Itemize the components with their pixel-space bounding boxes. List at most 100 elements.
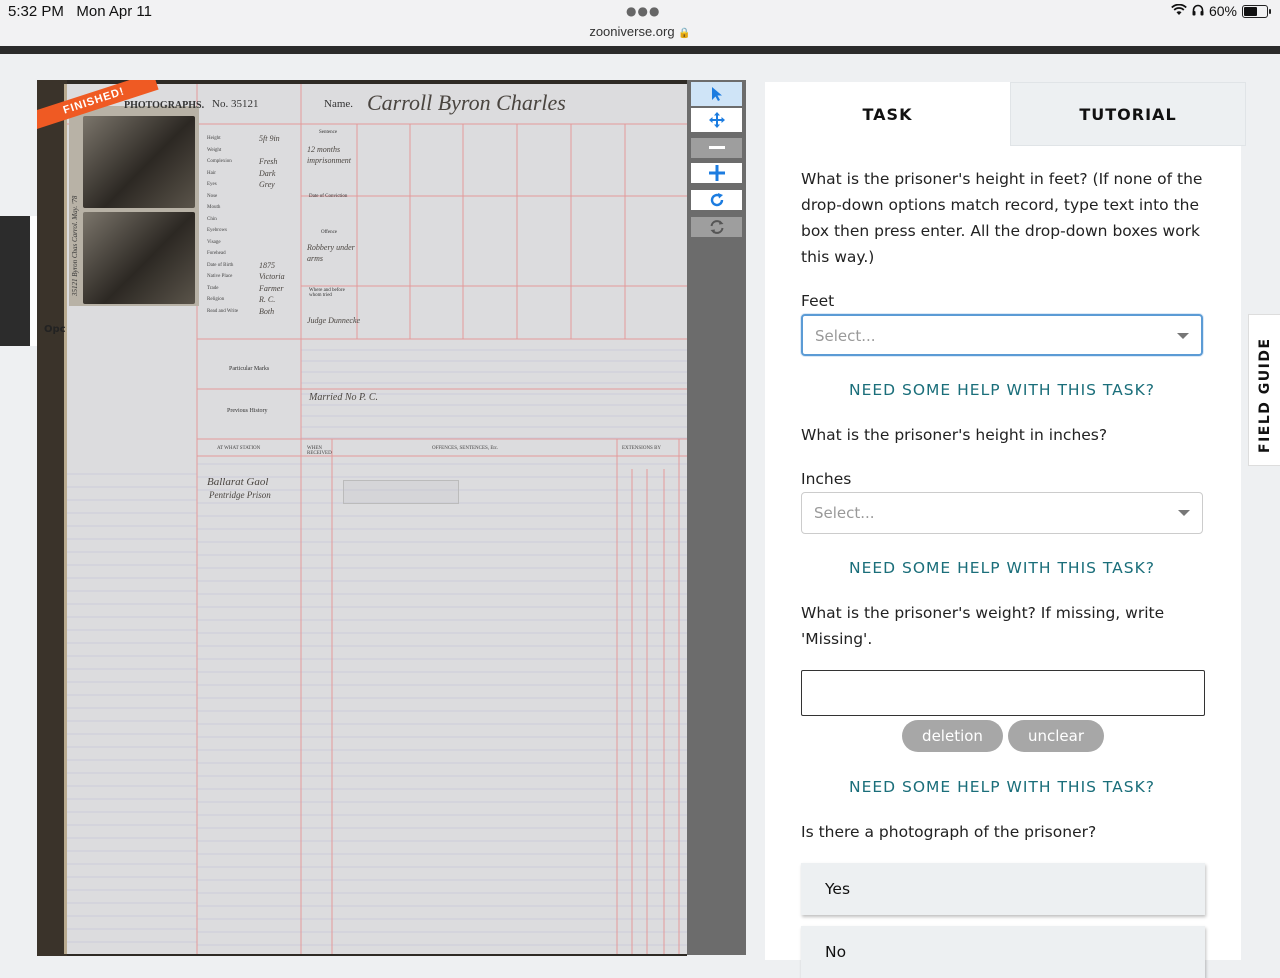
sentence-value: 12 months imprisonment [307,145,351,165]
ledger-field-label: Forehead [207,251,226,256]
previous-history-value: Married No P. C. [309,392,378,403]
ledger-page: 35121 Byron Chas Carrol. May. '78 PHOTOG… [64,84,687,954]
answer-yes-button[interactable]: Yes [801,863,1205,915]
ledger-field-row: Eyebrows [207,228,297,240]
tab-task[interactable]: TASK [765,82,1010,146]
sentence-label: Sentence [319,130,338,135]
image-toolbar [687,80,746,955]
ledger-field-value: 5ft 9in [259,134,280,143]
field-guide-label: FIELD GUIDE [1257,337,1273,453]
ledger-field-row: Complexion Fresh [207,157,297,171]
photo-side-text: 35121 Byron Chas Carrol. May. '78 [71,195,79,296]
ledger-field-value: Both [259,306,275,316]
feet-select[interactable]: Select... [801,314,1203,356]
inches-select-placeholder: Select... [814,504,875,522]
prisoner-name: Carroll Byron Charles [367,90,566,115]
ledger-field-value: Victoria [259,272,285,281]
table-header-cell: EXTENSIONS BY [622,446,662,451]
zoom-in-icon [708,165,725,181]
ledger-field-value: Farmer [259,283,284,293]
ledger-field-label: Height [207,136,221,141]
pointer-icon [711,87,722,101]
zoom-out-icon [708,146,725,149]
station-1: Ballarat Gaol [207,476,269,488]
offence-value: Robbery under arms [307,243,355,263]
help-link-weight[interactable]: NEED SOME HELP WITH THIS TASK? [801,778,1203,796]
name-label: Name. [324,98,354,110]
deletion-button[interactable]: deletion [902,720,1003,752]
stamp-mark [343,480,459,504]
photographs-label: PHOTOGRAPHS. [124,100,205,111]
task-tabs: TASK TUTORIAL [765,82,1246,146]
reset-icon [710,220,723,234]
status-time: 5:32 PM Mon Apr 11 [8,3,152,20]
question-height-feet: What is the prisoner's height in feet? (… [801,170,1203,266]
lock-icon: 🔒 [678,28,691,39]
question-weight: What is the prisoner's weight? If missin… [801,604,1165,648]
description-fields: Height 5ft 9in Weight Complexion Fresh Hair Da… [207,134,297,321]
prisoner-photographs: 35121 Byron Chas Carrol. May. '78 [69,106,199,306]
mugshot-profile [83,212,195,304]
zoom-out-button[interactable] [691,138,742,158]
help-link-feet[interactable]: NEED SOME HELP WITH THIS TASK? [801,381,1203,399]
rotate-button[interactable] [691,190,742,210]
question-photograph: Is there a photograph of the prisoner? [801,823,1097,841]
table-header-cell: OFFENCES, SENTENCES, Etc. [432,446,499,451]
question-height-inches: What is the prisoner's height in inches? [801,426,1108,444]
ledger-field-row: Mouth [207,205,297,217]
subject-viewer[interactable]: 35121 Byron Chas Carrol. May. '78 PHOTOG… [37,80,687,956]
tab-tutorial[interactable]: TUTORIAL [1010,82,1246,146]
ledger-field-label: Trade [207,285,219,291]
table-header-cell: AT WHAT STATION [217,446,261,451]
offence-label: Offence [321,230,338,235]
table-header-cell: WHEN RECEIVED [307,446,332,456]
answer-no-button[interactable]: No [801,926,1205,978]
more-dots-icon[interactable]: ●●● [626,4,660,18]
where-tried-label: Where and before whom tried [309,288,345,298]
headphones-icon [1192,3,1204,19]
status-bar: 5:32 PM Mon Apr 11 ●●● zooniverse.org 🔒 … [0,0,1280,47]
ledger-field-row: Forehead [207,251,297,263]
ledger-field-row: Religion R. C. [207,295,297,309]
ledger-field-label: Eyes [207,182,217,187]
where-tried-value: Judge Dunnecke [307,316,361,325]
chevron-down-icon [1178,510,1190,516]
address-bar[interactable]: zooniverse.org 🔒 [0,24,1280,39]
mugshot-front [83,116,195,208]
ledger-field-row: Native Place Victoria [207,272,297,286]
particular-marks-label: Particular Marks [229,366,270,372]
ledger-field-row: Read and Write Both [207,306,297,321]
move-tool-button[interactable] [691,108,742,132]
field-guide-button[interactable]: FIELD GUIDE [1248,314,1280,466]
ledger-field-row: Nose [207,194,297,206]
status-date: Mon Apr 11 [76,3,152,20]
ledger-field-label: Visage [207,239,221,245]
unclear-button[interactable]: unclear [1008,720,1104,752]
move-icon [708,112,725,128]
station-2: Pentridge Prison [209,490,271,500]
ledger-field-row: Eyes Grey [207,180,297,194]
feet-select-placeholder: Select... [815,327,876,345]
reset-button[interactable] [691,217,742,237]
chevron-down-icon [1177,333,1189,339]
pointer-tool-button[interactable] [691,82,742,106]
ledger-field-row: Hair Dark [207,168,297,183]
ledger-field-label: Weight [207,147,222,153]
ledger-field-value: 1875 [259,260,275,270]
ledger-field-label: Read and Write [207,308,239,314]
conviction-label: Date of Conviction [309,194,348,199]
feet-label: Feet [801,292,835,310]
inches-select[interactable]: Select... [801,492,1203,534]
ledger-field-row: Weight [207,148,297,160]
ledger-field-value: Dark [259,168,276,178]
ledger-binding [37,80,67,956]
help-link-inches[interactable]: NEED SOME HELP WITH THIS TASK? [801,559,1203,577]
zoom-in-button[interactable] [691,163,742,183]
ledger-field-label: Native Place [207,274,233,279]
adjacent-subject-label: Opc [44,324,66,335]
page-header-band [0,46,1280,54]
wifi-icon [1171,3,1187,19]
ledger-field-label: Mouth [207,205,221,210]
weight-input[interactable] [801,670,1205,716]
adjacent-subject-edge [0,216,37,346]
